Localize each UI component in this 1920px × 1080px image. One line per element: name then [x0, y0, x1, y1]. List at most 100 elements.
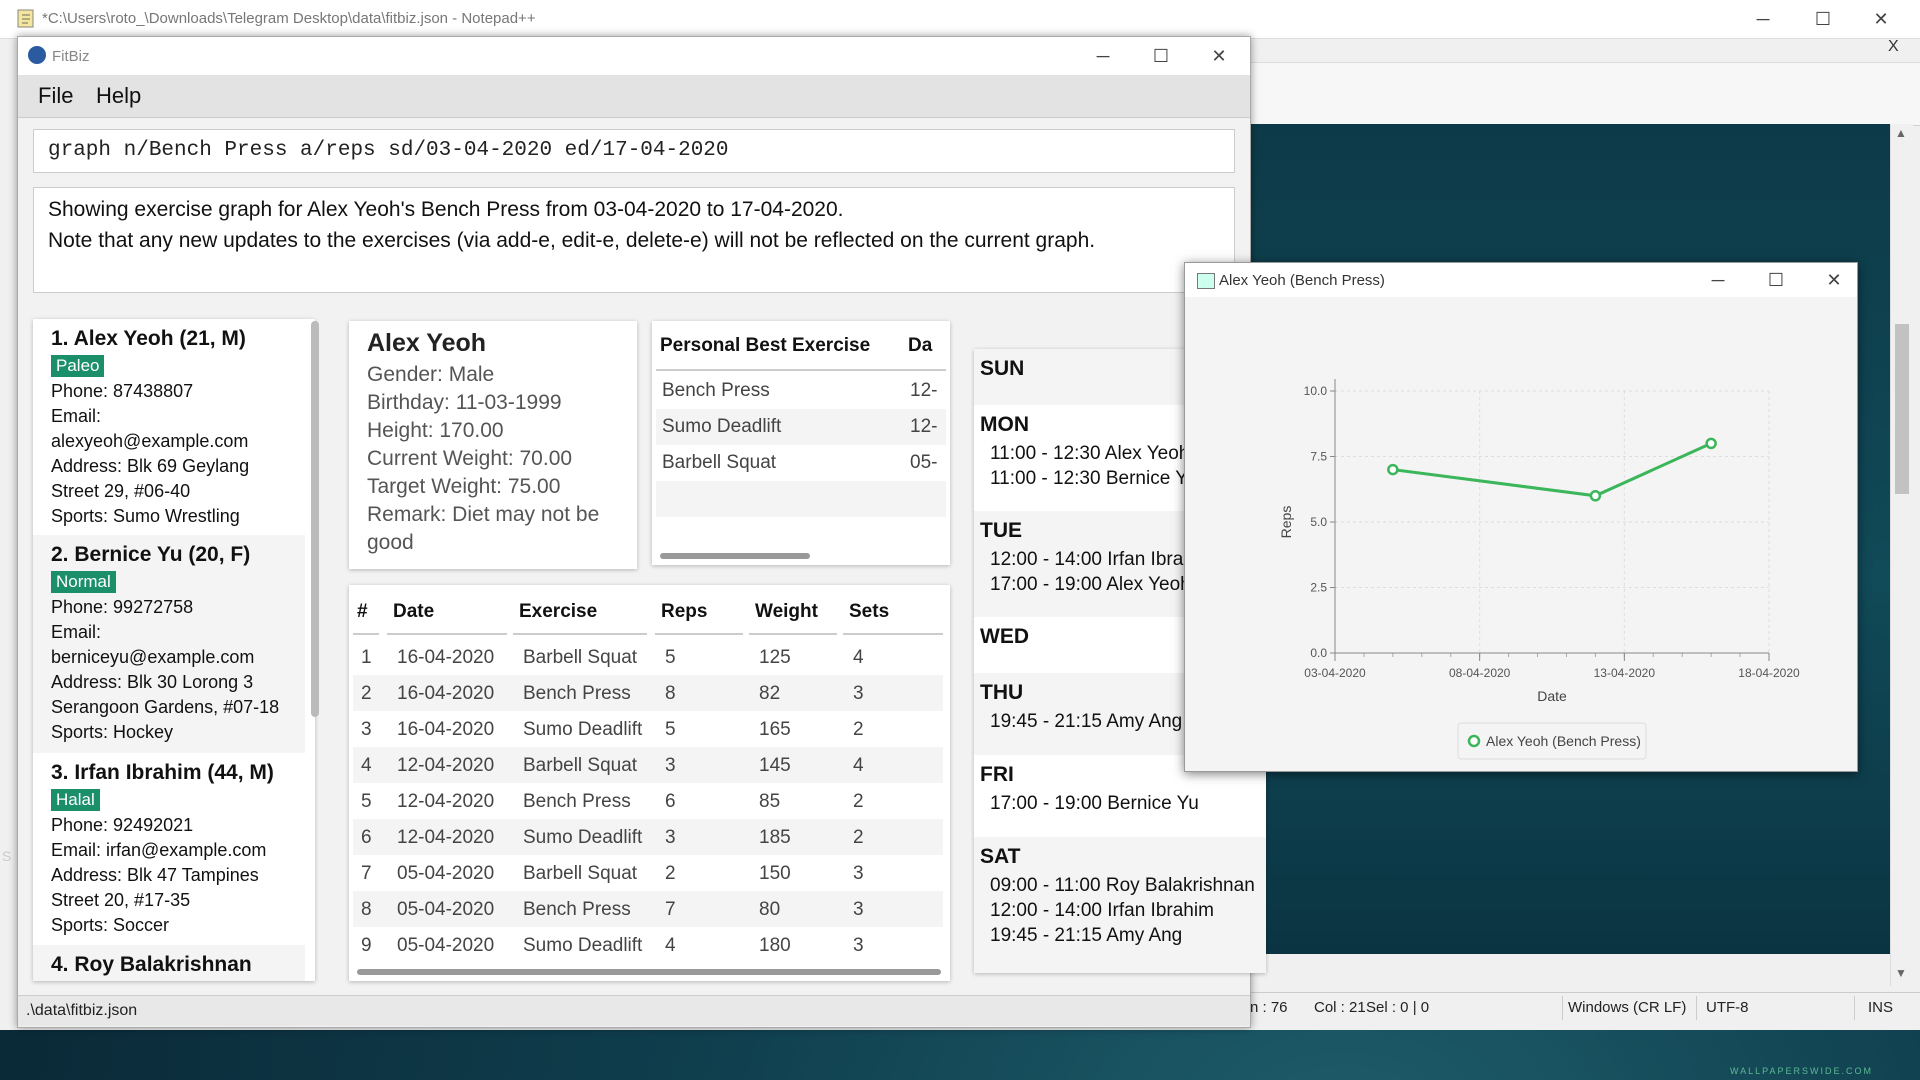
person-card[interactable]: 1. Alex Yeoh (21, M) Paleo Phone: 874388… — [33, 319, 305, 535]
exercise-cell: 5 — [665, 647, 676, 668]
schedule-event[interactable]: 09:00 - 11:00 Roy Balakrishnan — [990, 875, 1255, 897]
ex-header-reps[interactable]: Reps — [661, 601, 707, 623]
status-line: n : 76 — [1250, 999, 1288, 1016]
day-name: THU — [980, 681, 1024, 704]
schedule-event[interactable]: 11:00 - 12:30 Bernice Yu — [990, 468, 1197, 490]
command-box[interactable]: graph n/Bench Press a/reps sd/03-04-2020… — [33, 129, 1235, 173]
schedule-event[interactable]: 12:00 - 14:00 Irfan Ibrahim — [990, 549, 1214, 571]
fitbiz-close-button[interactable]: ✕ — [1196, 37, 1242, 75]
table-row[interactable]: 5 12-04-2020 Bench Press 6 85 2 — [353, 783, 943, 819]
fitbiz-maximize-button[interactable]: ☐ — [1138, 37, 1184, 75]
y-tick-label: 7.5 — [1310, 450, 1327, 464]
pb-header-date[interactable]: Da — [908, 335, 932, 357]
fitbiz-statusbar: .\data\fitbiz.json — [18, 995, 1250, 1026]
table-row[interactable]: 4 12-04-2020 Barbell Squat 3 145 4 — [353, 747, 943, 783]
exercise-cell: 82 — [759, 683, 781, 704]
table-row[interactable]: 2 16-04-2020 Bench Press 8 82 3 — [353, 675, 943, 711]
schedule-event[interactable]: 12:00 - 14:00 Irfan Ibrahim — [990, 900, 1214, 922]
command-input[interactable]: graph n/Bench Press a/reps sd/03-04-2020… — [48, 139, 729, 162]
pb-header-exercise[interactable]: Personal Best Exercise — [660, 335, 870, 357]
person-card[interactable]: 3. Irfan Ibrahim (44, M) Halal Phone: 92… — [33, 753, 305, 945]
graph-maximize-button[interactable]: ☐ — [1753, 261, 1799, 299]
scroll-down-arrow-icon[interactable]: ▼ — [1895, 966, 1907, 980]
notepadpp-horizontal-scrollbar[interactable] — [1250, 954, 1890, 976]
pb-cell: 05- — [910, 452, 938, 473]
schedule-event[interactable]: 17:00 - 19:00 Bernice Yu — [990, 793, 1199, 815]
person-detail: Phone: 92492021 — [51, 815, 194, 835]
schedule-event[interactable]: 17:00 - 19:00 Alex Yeoh — [990, 574, 1191, 596]
menu-file[interactable]: File — [38, 83, 73, 109]
exercise-cell: 180 — [759, 935, 791, 956]
exercise-cell: 5 — [665, 719, 676, 740]
exercise-cell: 4 — [361, 755, 372, 776]
profile-detail: Target Weight: 75.00 — [367, 475, 561, 498]
notepadpp-maximize-button[interactable]: ☐ — [1800, 0, 1846, 38]
table-row[interactable]: 3 16-04-2020 Sumo Deadlift 5 165 2 — [353, 711, 943, 747]
notepadpp-vertical-scrollbar[interactable]: ▲ ▼ — [1890, 124, 1913, 986]
table-row[interactable]: Sumo Deadlift 12- — [656, 409, 946, 445]
ex-header-exercise[interactable]: Exercise — [519, 601, 597, 623]
person-detail: Address: Blk 47 Tampines — [51, 865, 259, 885]
table-row[interactable]: Barbell Squat 05- — [656, 445, 946, 481]
graph-minimize-button[interactable]: ─ — [1695, 261, 1741, 299]
exercise-cell: 16-04-2020 — [397, 719, 495, 740]
exercise-cell: Bench Press — [523, 791, 631, 812]
schedule-event[interactable]: 11:00 - 12:30 Alex Yeoh — [990, 443, 1189, 465]
pb-horizontal-scrollbar[interactable] — [660, 553, 810, 559]
profile-detail: Birthday: 11-03-1999 — [367, 391, 562, 414]
x-tick-label: 18-04-2020 — [1738, 666, 1800, 680]
exercise-cell: 2 — [665, 863, 676, 884]
notepadpp-minimize-button[interactable]: ─ — [1740, 0, 1786, 38]
exercise-table[interactable]: # Date Exercise Reps Weight Sets 1 16-04-… — [349, 585, 950, 981]
notepadpp-close-button[interactable]: ✕ — [1858, 0, 1904, 38]
person-card[interactable]: 2. Bernice Yu (20, F) Normal Phone: 9927… — [33, 535, 305, 753]
day-name: WED — [980, 625, 1029, 648]
exercise-cell: Sumo Deadlift — [523, 719, 643, 740]
ex-header-index[interactable]: # — [357, 601, 368, 623]
table-row[interactable]: 8 05-04-2020 Bench Press 7 80 3 — [353, 891, 943, 927]
exercise-cell: Barbell Squat — [523, 755, 638, 776]
table-row[interactable]: 9 05-04-2020 Sumo Deadlift 4 180 3 — [353, 927, 943, 963]
scroll-up-arrow-icon[interactable]: ▲ — [1895, 126, 1907, 140]
exercise-horizontal-scrollbar[interactable] — [357, 969, 941, 975]
person-list-scrollbar[interactable] — [311, 321, 319, 717]
result-line: Showing exercise graph for Alex Yeoh's B… — [48, 198, 844, 221]
table-row[interactable]: 6 12-04-2020 Sumo Deadlift 3 185 2 — [353, 819, 943, 855]
fitbiz-app-icon — [28, 46, 46, 64]
person-name: 2. Bernice Yu (20, F) — [51, 543, 251, 566]
ex-header-sets[interactable]: Sets — [849, 601, 889, 623]
graph-close-button[interactable]: ✕ — [1811, 261, 1857, 299]
exercise-cell: 5 — [361, 791, 372, 812]
person-list[interactable]: 1. Alex Yeoh (21, M) Paleo Phone: 874388… — [33, 319, 315, 981]
schedule-day: SAT 09:00 - 11:00 Roy Balakrishnan 12:00… — [974, 837, 1266, 973]
exercise-cell: 125 — [759, 647, 791, 668]
exercise-cell: 85 — [759, 791, 781, 812]
scroll-thumb[interactable] — [1895, 324, 1909, 494]
table-row[interactable]: 1 16-04-2020 Barbell Squat 5 125 4 — [353, 639, 943, 675]
table-row[interactable]: Bench Press 12- — [656, 373, 946, 409]
person-detail: Street 29, #06-40 — [51, 481, 191, 501]
fitbiz-minimize-button[interactable]: ─ — [1080, 37, 1126, 75]
day-name: FRI — [980, 763, 1014, 786]
person-card[interactable]: 4. Roy Balakrishnan — [33, 945, 305, 981]
notepadpp-close-tab-icon[interactable]: X — [1888, 38, 1899, 56]
fitbiz-window: FitBiz ─ ☐ ✕ File Help graph n/Bench Pre… — [17, 36, 1266, 1028]
exercise-cell: 05-04-2020 — [397, 935, 495, 956]
day-name: SAT — [980, 845, 1021, 868]
exercise-cell: 3 — [853, 683, 864, 704]
personal-best-table[interactable]: Personal Best Exercise Da Bench Press 12… — [652, 321, 950, 565]
notepadpp-tabbar — [1250, 62, 1920, 126]
exercise-cell: 6 — [665, 791, 676, 812]
schedule-event[interactable]: 19:45 - 21:15 Amy Ang — [990, 711, 1182, 733]
exercise-cell: 80 — [759, 899, 781, 920]
ex-header-date[interactable]: Date — [393, 601, 434, 623]
menu-help[interactable]: Help — [96, 83, 141, 109]
x-tick-label: 03-04-2020 — [1304, 666, 1366, 680]
data-point — [1705, 437, 1717, 450]
table-row[interactable]: 7 05-04-2020 Barbell Squat 2 150 3 — [353, 855, 943, 891]
legend-marker — [1467, 734, 1481, 748]
schedule-event[interactable]: 19:45 - 21:15 Amy Ang — [990, 925, 1182, 947]
ex-header-weight[interactable]: Weight — [755, 601, 818, 623]
day-name: TUE — [980, 519, 1022, 542]
profile-name: Alex Yeoh — [367, 329, 487, 357]
